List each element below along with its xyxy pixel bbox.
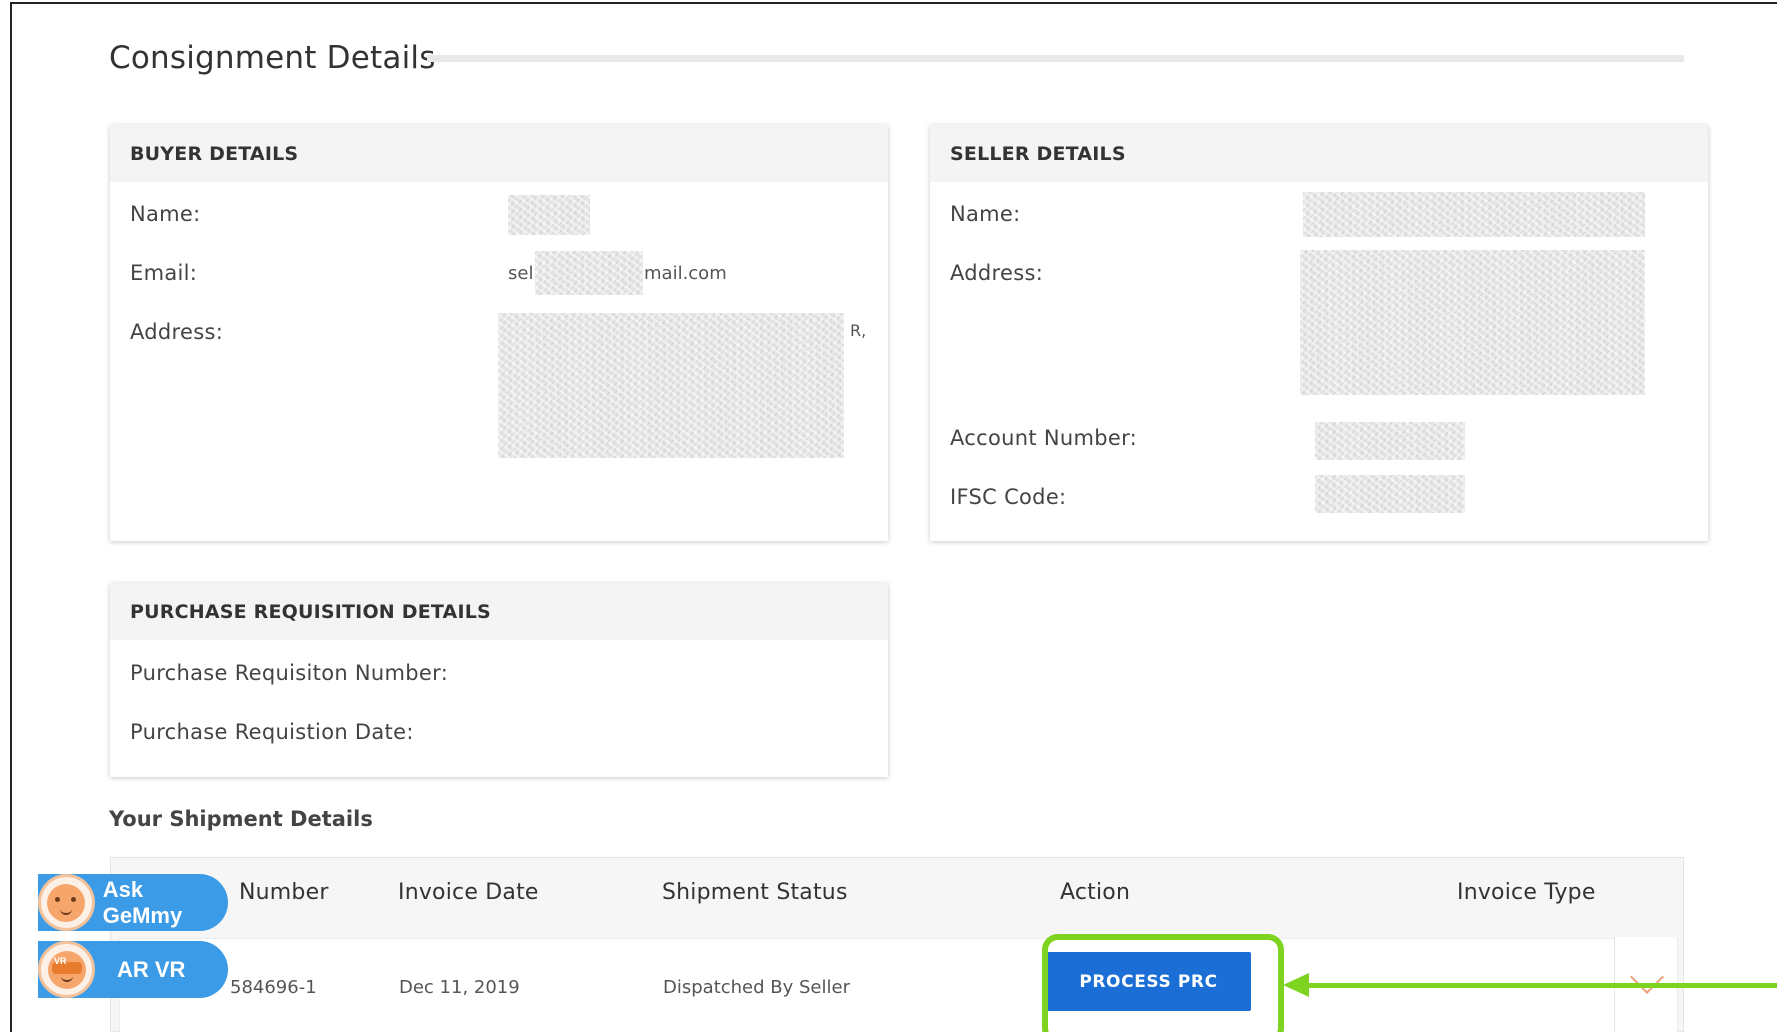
gemmy-avatar-icon: [38, 874, 95, 931]
requisition-number-label: Purchase Requisiton Number:: [130, 661, 449, 685]
annotation-arrow-head: [1283, 973, 1309, 997]
page-title: Consignment Details: [109, 40, 436, 76]
ar-vr-label: AR VR: [117, 956, 186, 982]
seller-name-label: Name:: [950, 202, 1021, 226]
ask-gemmy-button[interactable]: Ask GeMmy: [38, 874, 228, 931]
seller-ifsc-label: IFSC Code:: [950, 485, 1067, 509]
seller-address-label: Address:: [950, 261, 1044, 285]
buyer-email-redacted: [535, 251, 643, 295]
buyer-address-tail: R,: [850, 321, 867, 340]
title-divider: [427, 55, 1684, 62]
requisition-date-label: Purchase Requistion Date:: [130, 720, 414, 744]
shipment-table: Number Invoice Date Shipment Status Acti…: [110, 857, 1684, 1032]
buyer-email-suffix: mail.com: [644, 263, 727, 284]
chevron-down-icon: [1630, 960, 1664, 994]
column-header-number: Number: [239, 880, 329, 905]
purchase-requisition-card: PURCHASE REQUISITION DETAILS Purchase Re…: [110, 583, 888, 777]
column-header-invoice-date: Invoice Date: [398, 880, 539, 905]
buyer-name-redacted: [508, 195, 590, 235]
buyer-email-prefix: sel: [508, 263, 534, 284]
buyer-details-card: BUYER DETAILS Name: Email: sel mail.com …: [110, 125, 888, 541]
buyer-details-heading: BUYER DETAILS: [110, 125, 888, 182]
shipment-details-heading: Your Shipment Details: [109, 807, 373, 831]
seller-ifsc-redacted: [1315, 475, 1465, 513]
column-header-action: Action: [1060, 880, 1131, 905]
seller-name-redacted: [1303, 192, 1645, 237]
ask-gemmy-label: Ask GeMmy: [102, 876, 183, 928]
vr-headset-avatar-icon: VR: [38, 941, 95, 998]
column-header-shipment-status: Shipment Status: [662, 880, 848, 905]
invoice-date: Dec 11, 2019: [399, 977, 520, 998]
seller-address-redacted: [1300, 250, 1645, 395]
shipment-status: Dispatched By Seller: [663, 977, 850, 998]
frame-border-top: [10, 2, 1777, 4]
buyer-name-label: Name:: [130, 202, 201, 226]
action-highlight-box: [1042, 934, 1284, 1032]
frame-border-left: [10, 2, 12, 1032]
buyer-address-label: Address:: [130, 320, 224, 344]
seller-details-heading: SELLER DETAILS: [930, 125, 1708, 182]
buyer-email-label: Email:: [130, 261, 198, 285]
column-header-invoice-type: Invoice Type: [1457, 880, 1596, 905]
seller-account-label: Account Number:: [950, 426, 1138, 450]
ar-vr-button[interactable]: VR AR VR: [38, 941, 228, 998]
vr-tag: VR: [54, 956, 67, 966]
seller-details-card: SELLER DETAILS Name: Address: Account Nu…: [930, 125, 1708, 541]
shipment-number: 584696-1: [230, 977, 317, 998]
annotation-arrow-line: [1300, 983, 1777, 988]
buyer-address-redacted: [498, 313, 844, 458]
purchase-requisition-heading: PURCHASE REQUISITION DETAILS: [110, 583, 888, 640]
seller-account-redacted: [1315, 422, 1465, 460]
